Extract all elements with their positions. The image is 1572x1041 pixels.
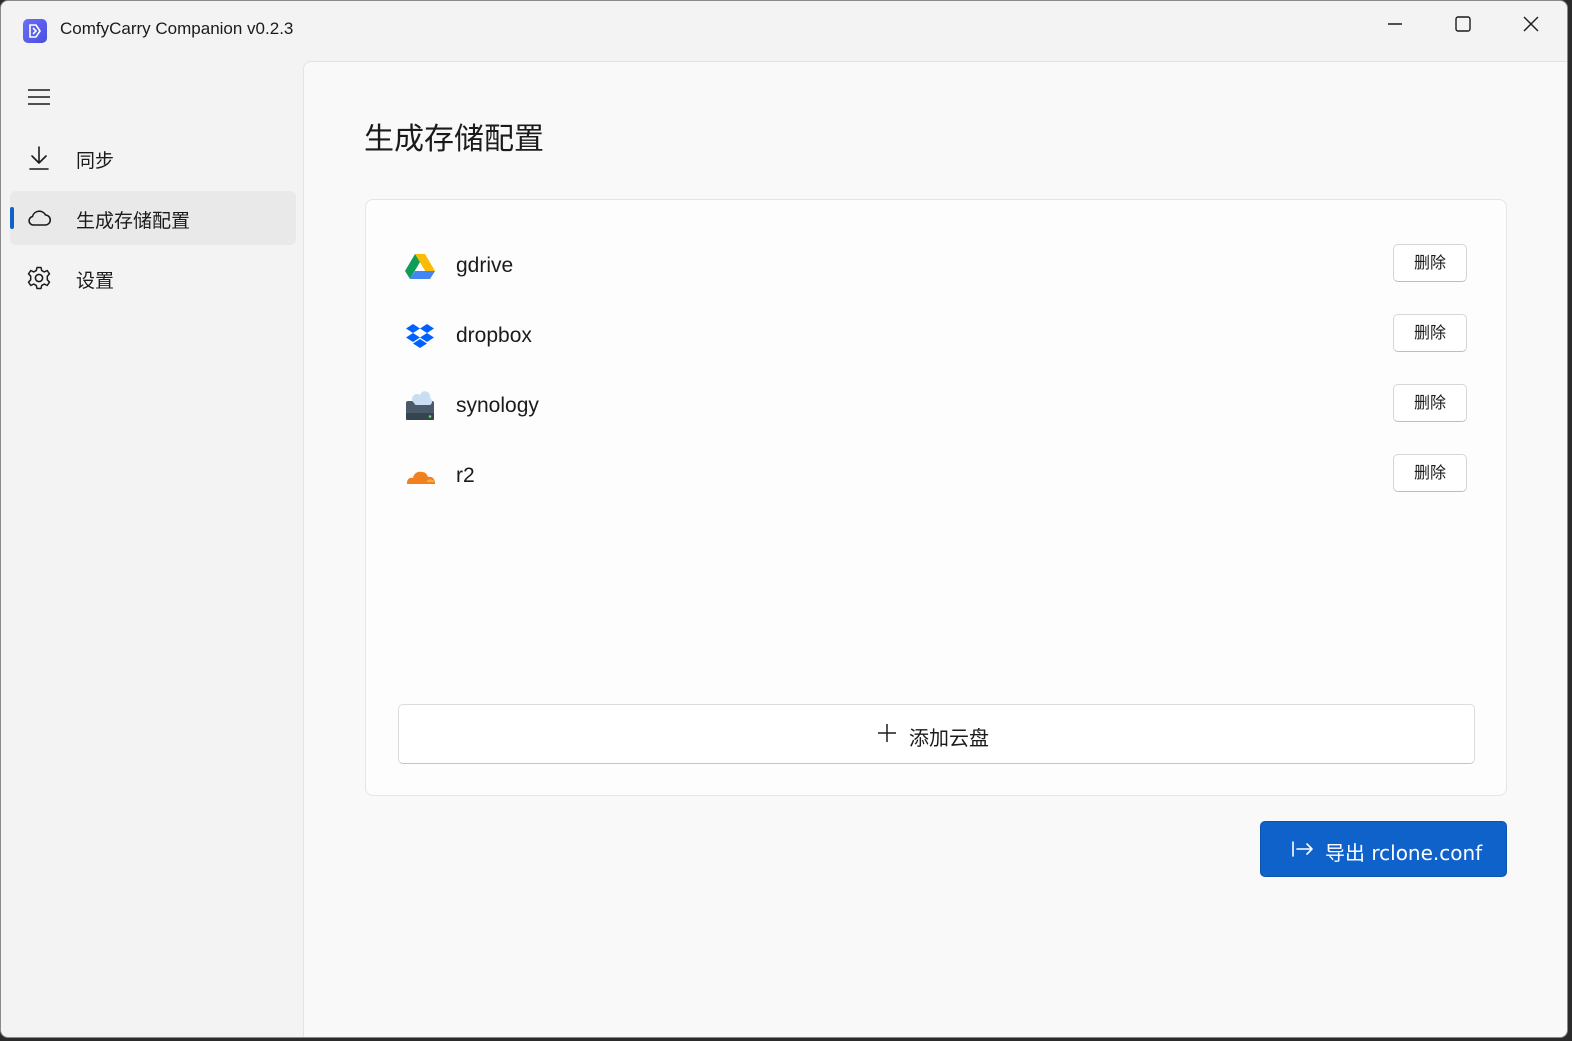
- sidebar: 同步 生成存储配置 设置: [1, 61, 303, 1037]
- delete-button[interactable]: 删除: [1393, 454, 1467, 492]
- window-title: ComfyCarry Companion v0.2.3: [60, 19, 294, 38]
- add-cloud-button[interactable]: 添加云盘: [398, 704, 1475, 764]
- sidebar-item-sync[interactable]: 同步: [10, 131, 296, 185]
- sidebar-item-storage-config[interactable]: 生成存储配置: [10, 191, 296, 245]
- remote-name: gdrive: [456, 254, 514, 277]
- remote-list-card: gdrive 删除 dropbox 删除 synology 删除 r2 删除 添…: [365, 199, 1507, 796]
- remote-row-gdrive: gdrive 删除: [366, 232, 1506, 302]
- cloudflare-icon: [404, 461, 436, 493]
- sidebar-item-label: 生成存储配置: [76, 210, 191, 232]
- delete-button[interactable]: 删除: [1393, 244, 1467, 282]
- active-indicator: [10, 207, 14, 229]
- plus-icon: [878, 724, 896, 742]
- app-window: ComfyCarry Companion v0.2.3 同步 生成存储配置 设置…: [0, 0, 1568, 1038]
- google-drive-icon: [404, 251, 436, 283]
- main-content: 生成存储配置 gdrive 删除 dropbox 删除 synology 删除 …: [303, 61, 1567, 1037]
- menu-toggle-button[interactable]: [25, 85, 53, 109]
- add-cloud-label: 添加云盘: [909, 726, 989, 750]
- remote-name: synology: [456, 394, 539, 417]
- gear-icon: [26, 265, 52, 291]
- remote-name: r2: [456, 464, 475, 487]
- delete-button[interactable]: 删除: [1393, 384, 1467, 422]
- synology-nas-icon: [404, 391, 436, 423]
- title-bar[interactable]: ComfyCarry Companion v0.2.3: [1, 1, 1567, 61]
- remote-row-dropbox: dropbox 删除: [366, 302, 1506, 372]
- export-label: 导出 rclone.conf: [1325, 841, 1483, 865]
- page-title: 生成存储配置: [364, 122, 544, 157]
- app-logo-icon: [23, 19, 47, 43]
- dropbox-icon: [404, 321, 436, 353]
- remote-row-synology: synology 删除: [366, 372, 1506, 442]
- minimize-button[interactable]: [1361, 1, 1429, 47]
- remote-name: dropbox: [456, 324, 532, 347]
- download-icon: [26, 145, 52, 171]
- remote-row-r2: r2 删除: [366, 442, 1506, 512]
- delete-button[interactable]: 删除: [1393, 314, 1467, 352]
- close-button[interactable]: [1497, 1, 1565, 47]
- sidebar-item-label: 同步: [76, 150, 115, 172]
- sidebar-item-label: 设置: [76, 270, 115, 292]
- export-arrow-icon: [1292, 841, 1313, 857]
- maximize-button[interactable]: [1429, 1, 1497, 47]
- export-rclone-button[interactable]: 导出 rclone.conf: [1260, 821, 1507, 877]
- cloud-icon: [26, 205, 52, 231]
- sidebar-item-settings[interactable]: 设置: [10, 251, 296, 305]
